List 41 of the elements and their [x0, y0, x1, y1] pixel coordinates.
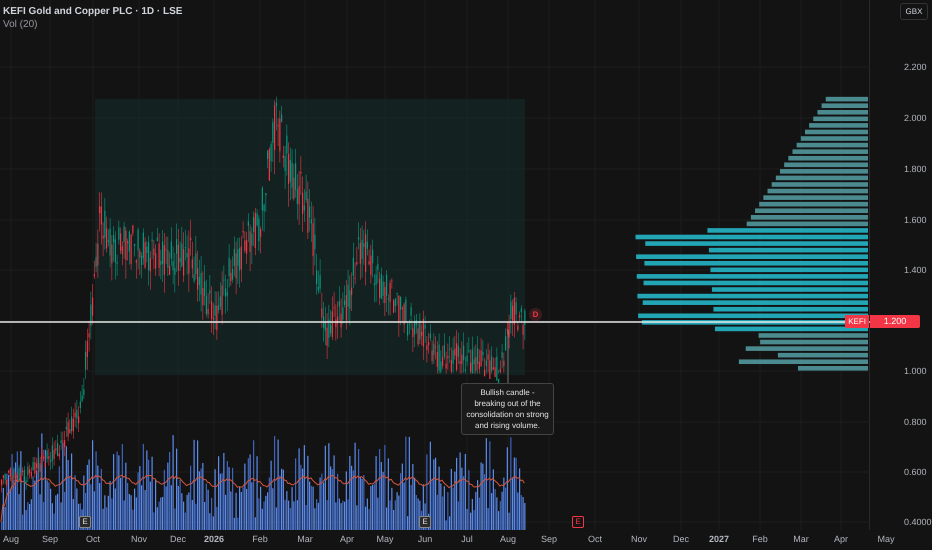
price-axis-label: 1.600: [904, 215, 927, 226]
time-axis-label: Aug: [3, 534, 19, 545]
chart-title: KEFI Gold and Copper PLC · 1D · LSE: [3, 5, 182, 18]
symbol-badge: KEFI: [845, 315, 869, 328]
time-axis-label: Mar: [297, 534, 313, 545]
price-axis-label: 0.800: [904, 417, 927, 428]
time-axis-label: May: [878, 534, 894, 545]
time-axis-label: Nov: [131, 534, 147, 545]
time-axis-label: Apr: [834, 534, 848, 545]
time-axis-label: Jun: [418, 534, 432, 545]
earnings-marker: E: [572, 516, 584, 528]
annotation-callout: Bullish candle - breaking out of the consolidation on strong and rising volume.: [461, 383, 554, 435]
price-axis-label: 2.200: [904, 62, 927, 73]
price-axis-label: 2.000: [904, 113, 927, 124]
time-axis-label: Nov: [631, 534, 647, 545]
time-axis-label: Oct: [86, 534, 100, 545]
price-axis-label: 1.000: [904, 366, 927, 377]
time-axis-label: Sep: [42, 534, 58, 545]
price-axis-label: 0.600: [904, 467, 927, 478]
time-axis-label: Feb: [252, 534, 268, 545]
time-axis-label: Jul: [461, 534, 473, 545]
time-axis-label: May: [376, 534, 394, 545]
time-axis-label: 2026: [204, 534, 224, 545]
earnings-marker: E: [79, 516, 91, 528]
dividend-marker: D: [529, 308, 542, 321]
time-axis-label: Dec: [170, 534, 186, 545]
time-axis-label: Dec: [673, 534, 689, 545]
indicator-label: Vol (20): [3, 18, 38, 31]
time-axis-label: Aug: [500, 534, 516, 545]
time-axis-label: Mar: [793, 534, 809, 545]
time-axis-label: Oct: [588, 534, 602, 545]
time-axis-label: Sep: [541, 534, 557, 545]
price-axis-label: 1.400: [904, 265, 927, 276]
earnings-marker: E: [419, 516, 431, 528]
time-axis-label: Apr: [340, 534, 354, 545]
price-axis-label: 1.800: [904, 164, 927, 175]
time-axis-label: Feb: [752, 534, 768, 545]
currency-button[interactable]: GBX: [900, 3, 928, 20]
price-axis-label: 0.4000: [904, 517, 932, 528]
last-price-badge: 1.200: [870, 315, 920, 328]
time-axis-label: 2027: [708, 534, 730, 545]
